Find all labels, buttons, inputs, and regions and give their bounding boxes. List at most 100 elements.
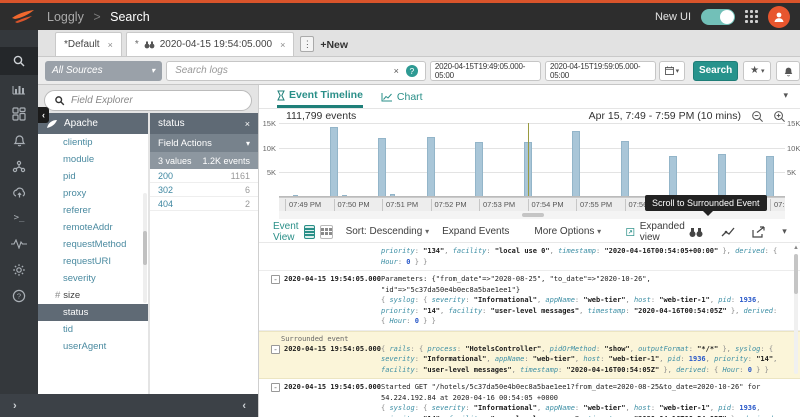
chevron-down-icon[interactable]: ▾ [782,226,787,237]
surrounded-events-icon[interactable] [688,226,704,238]
collapse-timeline-chevron[interactable]: ▾ [783,90,788,101]
tab-close-icon[interactable]: × [280,40,285,50]
expand-events-button[interactable]: Expand Events [442,226,509,237]
event-list: -priority: "134", facility: "local use 0… [259,243,800,417]
timeline-bar-07:52 PM[interactable] [427,137,435,196]
expand-rail-chevron[interactable]: › [13,400,17,412]
log-token: derived [735,247,765,255]
field-list-scrollbar[interactable] [143,193,147,303]
breadcrumb-brand[interactable]: Loggly [47,10,84,24]
zoom-out-icon[interactable] [751,110,764,123]
svg-text:?: ? [17,292,21,301]
all-sources-dropdown[interactable]: All Sources ▾ [45,61,162,81]
tab-default[interactable]: *Default × [55,32,122,56]
tab-event-timeline[interactable]: Event Timeline [277,85,363,108]
field-item-requestURI[interactable]: requestURI [38,253,148,270]
more-options-dropdown[interactable]: More Options ▾ [534,226,601,237]
tab-close-icon[interactable]: × [108,40,113,50]
field-item-clientip[interactable]: clientip [38,134,148,151]
trend-icon[interactable] [721,226,735,238]
new-tab-button[interactable]: +New [320,39,348,51]
timeline-minor-bar[interactable] [390,194,395,196]
date-to-input[interactable]: 2020-04-15T19:59:05.000-05:00 [545,61,656,81]
collapse-panel-chevron[interactable]: ‹ [242,400,246,412]
rail-search-item[interactable] [0,47,38,75]
timeline-bar-07:55 PM[interactable] [572,131,580,196]
timeline-minor-bar[interactable] [342,195,347,197]
timeline-bar-07:53 PM[interactable] [475,142,483,196]
field-item-remoteAddr[interactable]: remoteAddr [38,219,148,236]
event-expand-toggle[interactable]: - [271,383,280,392]
tab-saved-search[interactable]: * 2020-04-15 19:54:05.000 × [126,32,295,56]
status-value[interactable]: 404 [158,199,173,209]
date-from-input[interactable]: 2020-04-15T19:49:05.000-05:00 [430,61,541,81]
rail-settings-item[interactable] [0,257,38,283]
field-item-severity[interactable]: severity [38,270,148,287]
timeline-bar-07:50 PM[interactable] [330,127,338,196]
date-picker-button[interactable]: ▾ [659,61,685,81]
search-help-icon[interactable]: ? [406,65,418,77]
scroll-up-arrow[interactable]: ▲ [793,245,799,251]
status-value[interactable]: 302 [158,185,173,195]
log-token: }, [659,366,676,374]
field-item-userAgent[interactable]: userAgent [38,338,148,355]
tab-menu-button[interactable]: ⋮ [300,36,314,52]
rail-live-tail-item[interactable]: >_ [0,205,38,231]
field-explorer-search[interactable]: Field Explorer [44,90,252,111]
field-group-header[interactable]: Apache [38,113,148,134]
rail-source-setup-item[interactable] [0,179,38,205]
clear-search-icon[interactable]: × [394,66,399,76]
timeline-bar-07:57 PM[interactable] [669,156,677,196]
grid-view-button[interactable] [320,225,333,239]
new-ui-toggle[interactable] [701,9,735,25]
field-item-pid[interactable]: pid [38,168,148,185]
event-row[interactable]: -2020-04-15 19:54:05.000Parameters: {"fr… [259,271,800,331]
rail-alerts-item[interactable] [0,127,38,153]
expanded-view-toggle[interactable]: Expanded view [626,221,688,243]
field-item-tid[interactable]: tid [38,321,148,338]
app-grid-icon[interactable] [745,10,758,23]
event-row[interactable]: -priority: "134", facility: "local use 0… [259,243,800,271]
search-logs-input[interactable]: Search logs × ? [166,61,426,81]
user-avatar[interactable] [768,6,790,28]
close-icon[interactable]: × [245,119,250,129]
event-row-surrounded[interactable]: Surrounded event-2020-04-15 19:54:05.000… [259,331,800,380]
field-item-requestMethod[interactable]: requestMethod [38,236,148,253]
list-view-button[interactable] [304,225,315,239]
sort-dropdown[interactable]: Sort: Descending ▾ [346,226,430,237]
timeline-minor-bar[interactable] [293,195,298,197]
alerts-button[interactable] [776,61,800,81]
event-list-scrollbar[interactable]: ▲ [793,245,799,415]
field-item-size[interactable]: #size [38,287,148,304]
rail-workflow-item[interactable] [0,153,38,179]
rail-charts-item[interactable] [0,75,38,101]
field-actions-dropdown[interactable]: Field Actions ▾ [150,134,258,152]
field-item-referer[interactable]: referer [38,202,148,219]
search-icon [12,54,26,68]
rail-pulse-item[interactable] [0,231,38,257]
loggly-search-page: Loggly > Search New UI >_ ? *Default [0,0,800,417]
status-value[interactable]: 200 [158,171,173,181]
event-expand-toggle[interactable]: - [271,345,280,354]
field-list: clientipmodulepidproxyrefererremoteAddrr… [38,134,148,355]
event-expand-toggle[interactable]: - [271,275,280,284]
timeline-bar-07:56 PM[interactable] [621,141,629,196]
rail-dashboards-item[interactable] [0,101,38,127]
field-item-status[interactable]: status [38,304,148,321]
save-search-button[interactable]: ★ ▾ [743,61,771,81]
timeline-bar-07:59 PM[interactable] [766,156,774,196]
rail-help-item[interactable]: ? [0,283,38,309]
timeline-bar-07:51 PM[interactable] [378,138,386,196]
scrollbar-thumb[interactable] [794,254,798,294]
scrollbar-thumb[interactable] [522,213,544,217]
field-item-proxy[interactable]: proxy [38,185,148,202]
collapse-sidebar-tab[interactable]: ‹ [38,107,49,123]
search-button[interactable]: Search [693,61,739,81]
export-icon[interactable] [752,226,765,238]
tab-chart[interactable]: Chart [381,85,423,108]
zoom-in-icon[interactable] [773,110,786,123]
event-row[interactable]: -2020-04-15 19:54:05.000Started GET "/ho… [259,379,800,417]
field-item-module[interactable]: module [38,151,148,168]
log-token: , [444,247,452,255]
timeline-bar-07:58 PM[interactable] [718,154,726,196]
